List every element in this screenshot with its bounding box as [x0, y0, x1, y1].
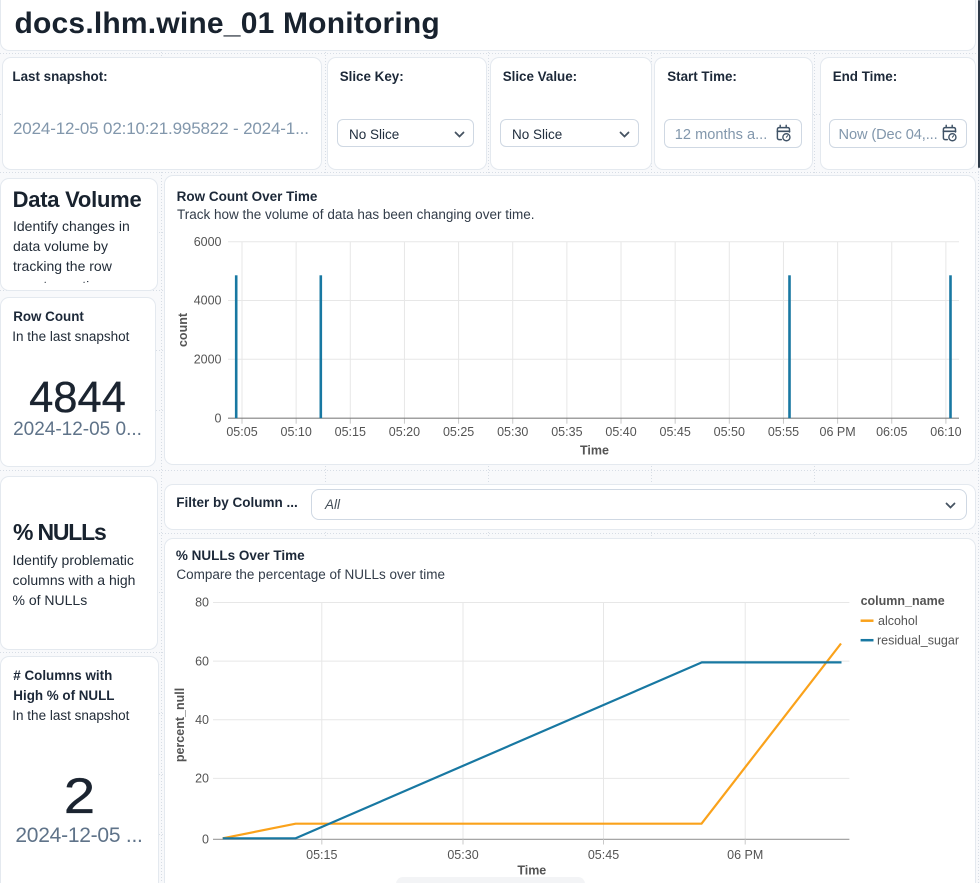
svg-text:05:15: 05:15: [334, 425, 365, 439]
svg-text:count: count: [176, 312, 190, 347]
svg-text:residual_sugar: residual_sugar: [877, 633, 959, 647]
svg-text:05:45: 05:45: [588, 848, 619, 862]
svg-text:0: 0: [202, 832, 209, 846]
svg-text:percent_null: percent_null: [173, 687, 187, 761]
svg-text:05:05: 05:05: [226, 425, 257, 439]
svg-text:Time: Time: [517, 863, 546, 877]
svg-text:2000: 2000: [193, 353, 221, 367]
svg-text:05:40: 05:40: [605, 425, 636, 439]
svg-text:05:35: 05:35: [551, 425, 582, 439]
svg-text:05:25: 05:25: [442, 425, 473, 439]
svg-text:06 PM: 06 PM: [819, 425, 855, 439]
svg-text:0: 0: [214, 411, 221, 425]
svg-text:05:30: 05:30: [447, 848, 478, 862]
svg-text:40: 40: [195, 712, 209, 726]
svg-text:6000: 6000: [193, 235, 221, 249]
svg-text:05:15: 05:15: [306, 848, 337, 862]
svg-text:05:10: 05:10: [280, 425, 311, 439]
svg-text:4000: 4000: [193, 294, 221, 308]
svg-text:06 PM: 06 PM: [727, 848, 763, 862]
svg-text:05:20: 05:20: [388, 425, 419, 439]
svg-text:05:45: 05:45: [659, 425, 690, 439]
svg-text:column_name: column_name: [861, 593, 945, 607]
svg-text:Time: Time: [580, 444, 609, 458]
svg-text:20: 20: [195, 771, 209, 785]
svg-text:80: 80: [195, 595, 209, 609]
svg-text:05:30: 05:30: [497, 425, 528, 439]
svg-text:06:05: 06:05: [876, 425, 907, 439]
svg-text:06:10: 06:10: [930, 425, 961, 439]
svg-text:05:50: 05:50: [713, 425, 744, 439]
svg-text:alcohol: alcohol: [878, 614, 918, 628]
svg-text:60: 60: [195, 654, 209, 668]
svg-text:05:55: 05:55: [767, 425, 798, 439]
